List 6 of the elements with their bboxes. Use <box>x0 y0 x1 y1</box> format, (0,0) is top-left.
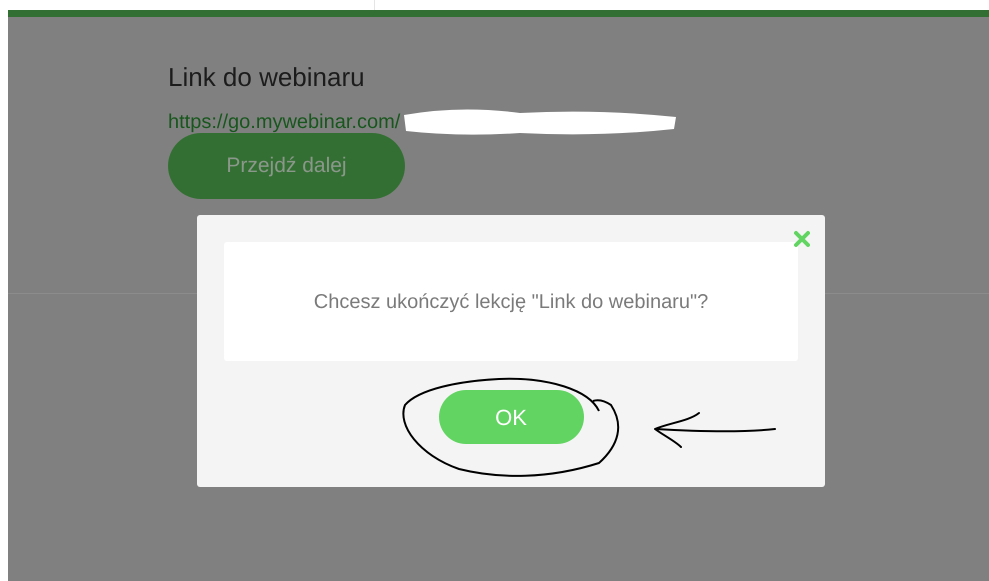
lesson-title: Link do webinaru <box>168 61 365 93</box>
continue-button[interactable]: Przejdź dalej <box>168 133 405 199</box>
webinar-link[interactable]: https://go.mywebinar.com/ <box>168 109 400 135</box>
ok-button[interactable]: OK <box>438 390 584 444</box>
confirm-message: Chcesz ukończyć lekcję "Link do webinaru"? <box>314 290 708 314</box>
close-icon[interactable] <box>793 230 811 248</box>
